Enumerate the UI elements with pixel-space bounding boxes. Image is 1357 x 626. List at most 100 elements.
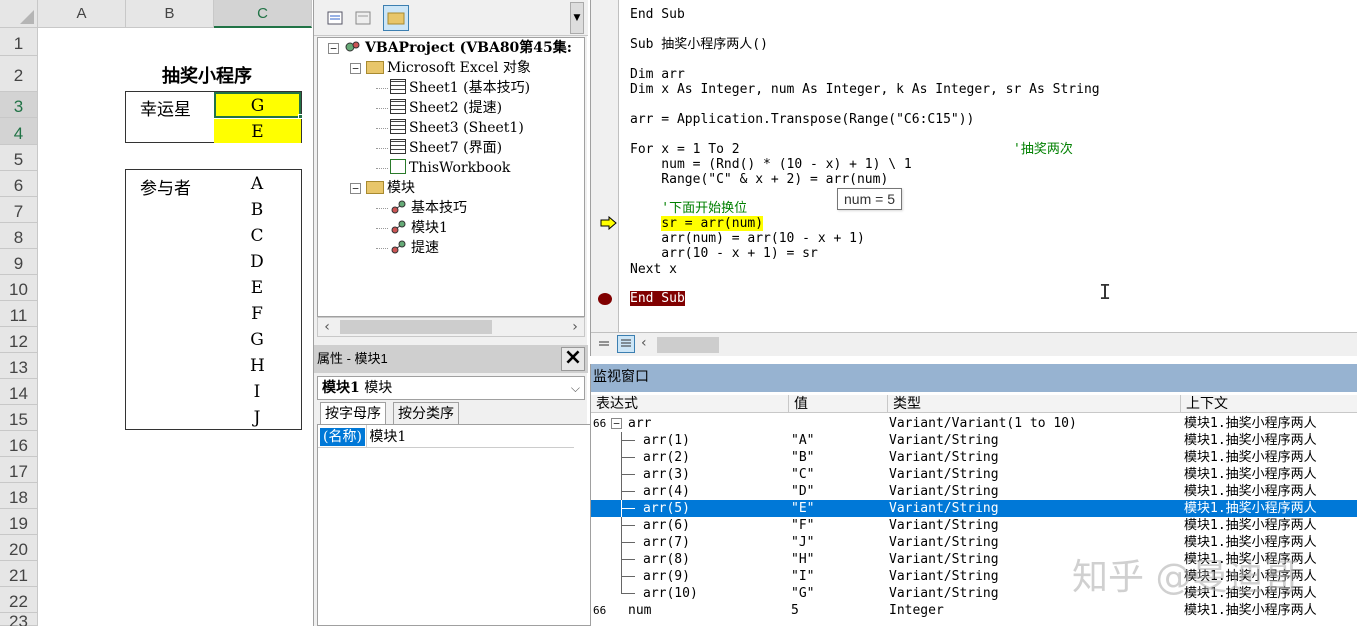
watch-row[interactable]: arr(9) "I" Variant/String 模块1.抽奖小程序两人 — [591, 568, 1357, 585]
code-line[interactable]: arr(num) = arr(10 - x + 1) — [630, 231, 865, 246]
participant-cell[interactable]: E — [250, 278, 264, 298]
code-line[interactable]: '抽奖两次 — [1013, 142, 1073, 157]
scroll-right-icon[interactable]: › — [566, 318, 584, 336]
participant-cell[interactable]: G — [250, 330, 264, 350]
tree-horizontal-scrollbar[interactable]: ‹ › — [317, 317, 585, 337]
property-row-name[interactable]: (名称) 模块1 — [320, 428, 406, 446]
row-header[interactable]: 9 — [0, 249, 38, 275]
code-line[interactable]: End Sub — [630, 7, 685, 22]
sheet-title[interactable]: 抽奖小程序 — [162, 62, 252, 88]
select-all-corner[interactable] — [0, 0, 38, 28]
procedure-view-icon[interactable] — [597, 337, 611, 351]
code-line[interactable]: Next x — [630, 262, 677, 277]
row-header[interactable]: 16 — [0, 431, 38, 457]
row-header[interactable]: 4 — [0, 118, 38, 145]
scroll-thumb[interactable] — [340, 320, 492, 334]
row-header[interactable]: 12 — [0, 327, 38, 353]
chevron-down-icon[interactable]: ⌵ — [571, 377, 580, 399]
column-header-b[interactable]: B — [126, 0, 214, 28]
tree-node-module[interactable]: 提速 — [390, 238, 439, 258]
code-line[interactable]: Sub 抽奖小程序两人() — [630, 37, 768, 52]
row-header[interactable]: 5 — [0, 145, 38, 171]
code-line[interactable]: Dim arr — [630, 67, 685, 82]
participant-cell[interactable]: H — [250, 356, 265, 376]
view-code-button[interactable] — [322, 5, 348, 31]
expand-root-icon[interactable]: − — [328, 43, 339, 54]
row-header[interactable]: 14 — [0, 379, 38, 405]
header-context[interactable]: 上下文 — [1181, 395, 1357, 413]
winner-cell-c4[interactable]: E — [214, 119, 301, 143]
row-header[interactable]: 6 — [0, 171, 38, 197]
code-margin[interactable] — [591, 0, 619, 332]
tree-node-module[interactable]: 基本技巧 — [390, 198, 467, 218]
row-header[interactable]: 11 — [0, 301, 38, 327]
collapse-icon[interactable]: − — [611, 418, 622, 429]
project-tree[interactable]: − VBAProject (VBA80第45集: − Microsoft Exc… — [317, 37, 585, 317]
winner-cell-c3[interactable]: G — [214, 92, 301, 118]
watch-row[interactable]: arr(1) "A" Variant/String 模块1.抽奖小程序两人 — [591, 432, 1357, 449]
row-header[interactable]: 13 — [0, 353, 38, 379]
toggle-folders-button[interactable] — [383, 5, 409, 31]
watch-row[interactable]: arr(6) "F" Variant/String 模块1.抽奖小程序两人 — [591, 517, 1357, 534]
row-header[interactable]: 8 — [0, 223, 38, 249]
row-header[interactable]: 3 — [0, 92, 38, 118]
tree-node-sheet[interactable]: Sheet2 (提速) — [390, 98, 502, 118]
excel-sheet[interactable]: A B C 1 2 3 4 5 6 7 8 9 10 11 12 13 14 15 16 17 18 19 20 21 2… — [0, 0, 312, 626]
tree-node-project[interactable]: VBAProject (VBA80第45集: — [344, 38, 572, 58]
property-grid[interactable]: (名称) 模块1 — [317, 424, 591, 626]
object-combo[interactable]: 模块1 模块 ⌵ — [317, 376, 585, 400]
watch-row[interactable]: arr(8) "H" Variant/String 模块1.抽奖小程序两人 — [591, 551, 1357, 568]
winner-label[interactable]: 幸运星 — [140, 95, 191, 120]
watch-row[interactable]: arr(4) "D" Variant/String 模块1.抽奖小程序两人 — [591, 483, 1357, 500]
row-header[interactable]: 7 — [0, 197, 38, 223]
expand-excel-objects-icon[interactable]: − — [350, 63, 361, 74]
row-header[interactable]: 22 — [0, 587, 38, 613]
row-header[interactable]: 18 — [0, 483, 38, 509]
watch-window[interactable]: 监视窗口 表达式 值 类型 上下文 66− arr Variant/Variant(… — [590, 364, 1357, 626]
code-line[interactable]: sr = arr(num) — [630, 216, 764, 231]
tab-alphabetic[interactable]: 按字母序 — [320, 402, 386, 424]
row-header[interactable]: 2 — [0, 56, 38, 92]
code-line[interactable]: arr(10 - x + 1) = sr — [630, 246, 818, 261]
column-header-a[interactable]: A — [38, 0, 126, 28]
tree-node-sheet[interactable]: ThisWorkbook — [390, 158, 510, 178]
header-type[interactable]: 类型 — [888, 395, 1181, 413]
tree-node-module[interactable]: 模块1 — [390, 218, 448, 238]
watch-row[interactable]: arr(3) "C" Variant/String 模块1.抽奖小程序两人 — [591, 466, 1357, 483]
row-header[interactable]: 1 — [0, 28, 38, 56]
code-line[interactable]: arr = Application.Transpose(Range("C6:C1… — [630, 112, 974, 127]
watch-row[interactable]: arr(5) "E" Variant/String 模块1.抽奖小程序两人 — [591, 500, 1357, 517]
watch-row[interactable]: arr(2) "B" Variant/String 模块1.抽奖小程序两人 — [591, 449, 1357, 466]
participant-cell[interactable]: F — [250, 304, 264, 324]
row-header[interactable]: 19 — [0, 509, 38, 535]
tree-node-modules[interactable]: 模块 — [366, 178, 415, 198]
column-header-c[interactable]: C — [214, 0, 312, 28]
tree-node-excel-objects[interactable]: Microsoft Excel 对象 — [366, 58, 531, 78]
participant-cell[interactable]: C — [250, 226, 264, 246]
watch-row[interactable]: arr(7) "J" Variant/String 模块1.抽奖小程序两人 — [591, 534, 1357, 551]
watch-row[interactable]: 66− arr Variant/Variant(1 to 10) 模块1.抽奖小程序两… — [591, 415, 1357, 432]
row-header[interactable]: 21 — [0, 561, 38, 587]
participant-cell[interactable]: J — [250, 408, 264, 428]
row-header[interactable]: 20 — [0, 535, 38, 561]
code-scroll-thumb[interactable] — [657, 337, 719, 353]
code-line[interactable]: num = (Rnd() * (10 - x) + 1) \ 1 — [630, 157, 911, 172]
view-object-button[interactable] — [350, 5, 376, 31]
code-line[interactable]: For x = 1 To 2 — [630, 142, 740, 157]
toolbar-scroll-button[interactable]: ▼ — [570, 2, 584, 34]
header-value[interactable]: 值 — [789, 395, 888, 413]
expand-modules-icon[interactable]: − — [350, 183, 361, 194]
tab-categorized[interactable]: 按分类序 — [393, 402, 459, 424]
full-module-view-icon[interactable] — [617, 335, 635, 353]
tree-node-sheet[interactable]: Sheet7 (界面) — [390, 138, 502, 158]
watch-row[interactable]: 66 num 5 Integer 模块1.抽奖小程序两人 — [591, 602, 1357, 619]
participant-cell[interactable]: D — [250, 252, 264, 272]
scroll-left-icon[interactable]: ‹ — [641, 335, 647, 351]
row-header[interactable]: 17 — [0, 457, 38, 483]
watch-row[interactable]: arr(10) "G" Variant/String 模块1.抽奖小程序两人 — [591, 585, 1357, 602]
participant-cell[interactable]: A — [250, 174, 264, 194]
header-expression[interactable]: 表达式 — [591, 395, 789, 413]
tree-node-sheet[interactable]: Sheet1 (基本技巧) — [390, 78, 530, 98]
close-icon[interactable]: × — [561, 347, 585, 371]
participant-cell[interactable]: B — [250, 200, 264, 220]
